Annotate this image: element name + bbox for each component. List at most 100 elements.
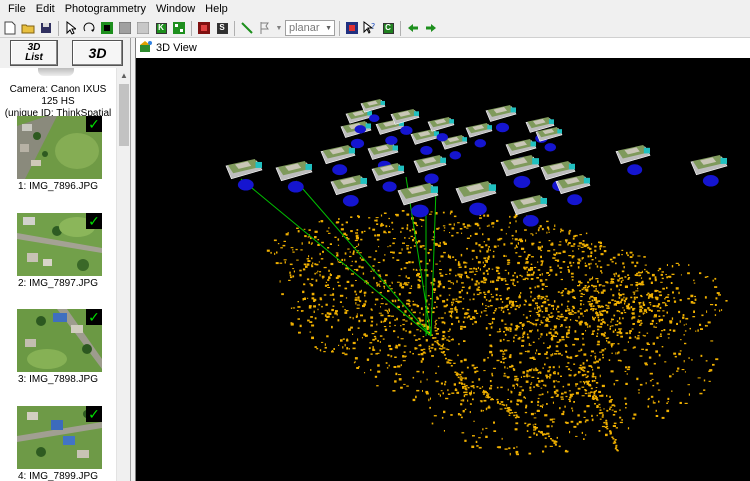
menu-window[interactable]: Window <box>151 0 200 19</box>
point <box>337 281 340 283</box>
c-box-icon[interactable]: C <box>382 22 394 34</box>
point <box>606 427 609 430</box>
point <box>394 299 397 303</box>
point <box>463 358 467 362</box>
arrow-right-icon[interactable] <box>423 20 439 36</box>
image-thumbnail-item[interactable]: ✓ 2: IMG_7897.JPG <box>0 213 116 297</box>
point <box>465 391 468 394</box>
point <box>341 352 345 354</box>
image-thumbnail-item[interactable]: ✓ 3: IMG_7898.JPG <box>0 309 116 393</box>
green-pattern-icon[interactable] <box>171 20 187 36</box>
point <box>520 292 522 294</box>
point <box>460 403 463 406</box>
line-tool-icon[interactable] <box>239 20 255 36</box>
point <box>540 255 542 259</box>
scroll-thumb[interactable] <box>119 84 129 146</box>
help-cursor-icon[interactable]: ? <box>362 20 378 36</box>
point <box>456 311 458 313</box>
point <box>595 278 599 280</box>
menu-photogrammetry[interactable]: Photogrammetry <box>60 0 151 19</box>
save-icon[interactable] <box>38 20 54 36</box>
point <box>666 286 668 289</box>
point <box>565 366 569 368</box>
green-square-icon[interactable] <box>99 20 115 36</box>
point <box>400 386 403 389</box>
point <box>638 302 641 305</box>
gray-square-icon[interactable] <box>117 20 133 36</box>
point <box>568 255 572 257</box>
point <box>370 353 373 355</box>
3d-view-button[interactable]: 3D <box>72 40 123 66</box>
point <box>466 366 469 369</box>
pointer-icon[interactable] <box>63 20 79 36</box>
open-folder-icon[interactable] <box>20 20 36 36</box>
red-square-icon[interactable] <box>196 20 212 36</box>
point <box>581 250 585 253</box>
thumbnail-scrollbar[interactable]: ▲ <box>116 68 130 481</box>
point <box>516 446 518 448</box>
point <box>449 232 451 234</box>
3d-view-window: 3D View <box>135 38 750 481</box>
gray-square-2-icon[interactable] <box>135 20 151 36</box>
point <box>600 322 603 326</box>
point <box>421 225 423 227</box>
rotate-icon[interactable] <box>81 20 97 36</box>
point <box>652 342 655 345</box>
k-box-icon[interactable]: K <box>155 22 167 34</box>
point <box>680 274 682 276</box>
point <box>479 268 481 271</box>
point <box>466 247 468 250</box>
image-thumbnail-item[interactable]: ✓ 1: IMG_7896.JPG <box>0 116 116 200</box>
image-thumbnail-item[interactable]: ✓ 4: IMG_7899.JPG <box>0 406 116 481</box>
menu-bar: File Edit Photogrammetry Window Help <box>0 0 750 19</box>
point <box>561 294 564 297</box>
point <box>501 319 504 322</box>
point <box>391 221 394 224</box>
point <box>333 298 335 301</box>
point <box>504 448 508 450</box>
point <box>582 337 584 340</box>
point <box>534 423 537 426</box>
3d-scene-canvas[interactable] <box>136 59 750 481</box>
point <box>479 227 481 230</box>
point <box>552 401 554 404</box>
point <box>462 399 465 402</box>
menu-file[interactable]: File <box>3 0 31 19</box>
point <box>577 261 580 265</box>
new-file-icon[interactable] <box>2 20 18 36</box>
point <box>591 333 594 335</box>
point <box>652 402 656 404</box>
arrow-left-icon[interactable] <box>405 20 421 36</box>
point <box>327 247 330 249</box>
point <box>599 351 603 353</box>
menu-edit[interactable]: Edit <box>31 0 60 19</box>
point <box>649 304 652 306</box>
point <box>546 317 548 319</box>
point <box>489 323 492 325</box>
point <box>406 245 410 247</box>
point <box>337 319 340 322</box>
3d-list-button[interactable]: 3D List <box>10 40 58 66</box>
chevron-down-icon[interactable]: ▼ <box>275 20 283 36</box>
point <box>436 340 439 342</box>
point <box>684 371 686 373</box>
point <box>337 244 340 246</box>
point <box>462 321 465 323</box>
point <box>528 310 532 312</box>
point <box>460 376 463 378</box>
flag-icon[interactable] <box>257 20 273 36</box>
layers-icon[interactable] <box>344 20 360 36</box>
point <box>541 228 544 231</box>
point <box>363 303 366 306</box>
menu-help[interactable]: Help <box>200 0 233 19</box>
point <box>480 315 482 318</box>
s-box-icon[interactable]: S <box>216 22 228 34</box>
point <box>613 440 616 443</box>
point <box>634 274 637 276</box>
mode-select[interactable]: planar ▼ <box>285 20 335 36</box>
point <box>385 232 387 234</box>
point <box>643 256 646 258</box>
point <box>567 368 571 371</box>
point <box>531 368 533 370</box>
scroll-up-icon[interactable]: ▲ <box>117 68 130 82</box>
